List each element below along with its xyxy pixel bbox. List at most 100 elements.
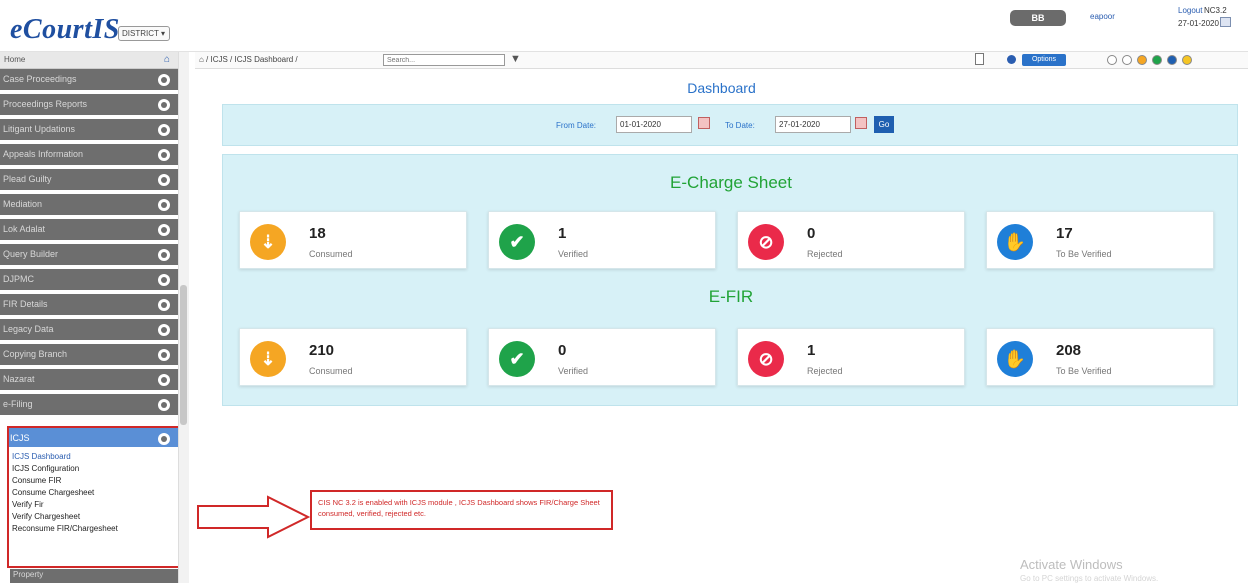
sidebar-item-mediation[interactable]: Mediation [0, 194, 178, 217]
theme-dot[interactable] [1122, 55, 1132, 65]
sidebar-item-query-builder[interactable]: Query Builder [0, 244, 178, 267]
sidebar-scroll-thumb[interactable] [180, 285, 187, 425]
stat-label: To Be Verified [1056, 249, 1112, 259]
user-name: eapoor [1090, 12, 1115, 21]
sidebar-item-label: Query Builder [3, 249, 59, 259]
sidebar-item-label: Legacy Data [3, 324, 54, 334]
sidebar-item-label: e-Filing [3, 399, 33, 409]
sidebar-item-fir-details[interactable]: FIR Details [0, 294, 178, 317]
to-date-label: To Date: [725, 121, 755, 130]
date-filter-panel: From Date: 01-01-2020 To Date: 27-01-202… [222, 104, 1238, 146]
from-date-field[interactable]: 01-01-2020 [616, 116, 692, 133]
sidebar-item-e-filing[interactable]: e-Filing [0, 394, 178, 417]
sidebar-item-label: Property [13, 570, 44, 579]
expand-icon[interactable] [158, 274, 170, 286]
home-icon[interactable]: ⌂ [164, 55, 174, 65]
stat-label: Rejected [807, 366, 843, 376]
stat-value: 0 [558, 342, 567, 359]
theme-dot[interactable] [1152, 55, 1162, 65]
expand-icon[interactable] [158, 399, 170, 411]
calendar-icon[interactable] [855, 117, 867, 129]
district-select[interactable]: DISTRICT ▾ [118, 26, 170, 41]
breadcrumb[interactable]: ⌂ / ICJS / ICJS Dashboard / [199, 55, 298, 64]
icjs-highlight-box [7, 426, 181, 568]
theme-dot[interactable] [1107, 55, 1117, 65]
expand-icon[interactable] [158, 124, 170, 136]
expand-icon[interactable] [158, 299, 170, 311]
calendar-icon[interactable] [698, 117, 710, 129]
sidebar-item-appeals-information[interactable]: Appeals Information [0, 144, 178, 167]
sidebar-item-legacy-data[interactable]: Legacy Data [0, 319, 178, 342]
filter-icon[interactable]: ▼ [510, 53, 521, 65]
sidebar-item-djpmc[interactable]: DJPMC [0, 269, 178, 292]
efir-card-rejected[interactable]: ⊘ 1 Rejected [737, 328, 965, 386]
sidebar-item-property[interactable]: Property [10, 569, 178, 583]
sidebar-item-litigant-updations[interactable]: Litigant Updations [0, 119, 178, 142]
go-button[interactable]: Go [874, 116, 894, 133]
stat-value: 1 [807, 342, 816, 359]
stat-label: Rejected [807, 249, 843, 259]
sidebar-item-label: Nazarat [3, 374, 35, 384]
stat-value: 18 [309, 225, 326, 242]
stat-value: 17 [1056, 225, 1073, 242]
theme-dot[interactable] [1137, 55, 1147, 65]
app-header: eCourtIS DISTRICT ▾ BB eapoor Logout NC3… [0, 0, 1248, 52]
expand-icon[interactable] [158, 99, 170, 111]
stats-panel: E-Charge Sheet E-FIR ⇣ 18 Consumed ✔ 1 Verifi… [222, 154, 1238, 406]
help-icon[interactable] [1007, 55, 1016, 64]
theme-selector [1107, 55, 1192, 65]
efir-card-to-be-verified[interactable]: ✋ 208 To Be Verified [986, 328, 1214, 386]
efir-card-consumed[interactable]: ⇣ 210 Consumed [239, 328, 467, 386]
ban-icon: ⊘ [748, 341, 784, 377]
sidebar-item-case-proceedings[interactable]: Case Proceedings [0, 69, 178, 92]
efir-card-verified[interactable]: ✔ 0 Verified [488, 328, 716, 386]
theme-dot[interactable] [1167, 55, 1177, 65]
toolbar: ⌂ / ICJS / ICJS Dashboard / ▼ Options [195, 52, 1248, 69]
expand-icon[interactable] [158, 224, 170, 236]
expand-icon[interactable] [158, 374, 170, 386]
sidebar-item-proceedings-reports[interactable]: Proceedings Reports [0, 94, 178, 117]
expand-icon[interactable] [158, 174, 170, 186]
sidebar-item-label: FIR Details [3, 299, 48, 309]
sidebar-item-label: Mediation [3, 199, 43, 209]
page-title: Dashboard [687, 80, 756, 96]
sidebar-item-label: Copying Branch [3, 349, 68, 359]
sidebar-item-label: Litigant Updations [3, 124, 76, 134]
stat-value: 1 [558, 225, 567, 242]
charge-sheet-title: E-Charge Sheet [670, 173, 792, 192]
expand-icon[interactable] [158, 324, 170, 336]
expand-icon[interactable] [158, 249, 170, 261]
sidebar-home[interactable]: Home ⌂ [0, 52, 178, 69]
stat-label: Verified [558, 366, 589, 376]
to-date-field[interactable]: 27-01-2020 [775, 116, 851, 133]
sidebar-item-nazarat[interactable]: Nazarat [0, 369, 178, 392]
sidebar-item-lok-adalat[interactable]: Lok Adalat [0, 219, 178, 242]
charge-sheet-card-to-be-verified[interactable]: ✋ 17 To Be Verified [986, 211, 1214, 269]
calendar-icon[interactable] [1220, 17, 1231, 27]
theme-dot[interactable] [1182, 55, 1192, 65]
charge-sheet-card-verified[interactable]: ✔ 1 Verified [488, 211, 716, 269]
document-icon[interactable] [975, 53, 984, 65]
efir-title: E-FIR [708, 287, 754, 306]
sidebar-item-plead-guilty[interactable]: Plead Guilty [0, 169, 178, 192]
app-logo: eCourtIS [10, 14, 120, 45]
download-cloud-icon: ⇣ [250, 341, 286, 377]
sidebar-item-label: Lok Adalat [3, 224, 46, 234]
charge-sheet-card-rejected[interactable]: ⊘ 0 Rejected [737, 211, 965, 269]
check-icon: ✔ [499, 224, 535, 260]
expand-icon[interactable] [158, 349, 170, 361]
header-date: 27-01-2020 [1178, 19, 1219, 28]
sidebar-item-copying-branch[interactable]: Copying Branch [0, 344, 178, 367]
search-input[interactable] [383, 54, 505, 66]
expand-icon[interactable] [158, 74, 170, 86]
check-icon: ✔ [499, 341, 535, 377]
options-button[interactable]: Options [1022, 54, 1066, 66]
logout-link[interactable]: Logout [1178, 6, 1202, 15]
charge-sheet-card-consumed[interactable]: ⇣ 18 Consumed [239, 211, 467, 269]
sidebar-item-label: Case Proceedings [3, 74, 77, 84]
user-badge: BB [1010, 10, 1066, 26]
sidebar-item-label: DJPMC [3, 274, 34, 284]
expand-icon[interactable] [158, 199, 170, 211]
expand-icon[interactable] [158, 149, 170, 161]
stat-value: 0 [807, 225, 816, 242]
